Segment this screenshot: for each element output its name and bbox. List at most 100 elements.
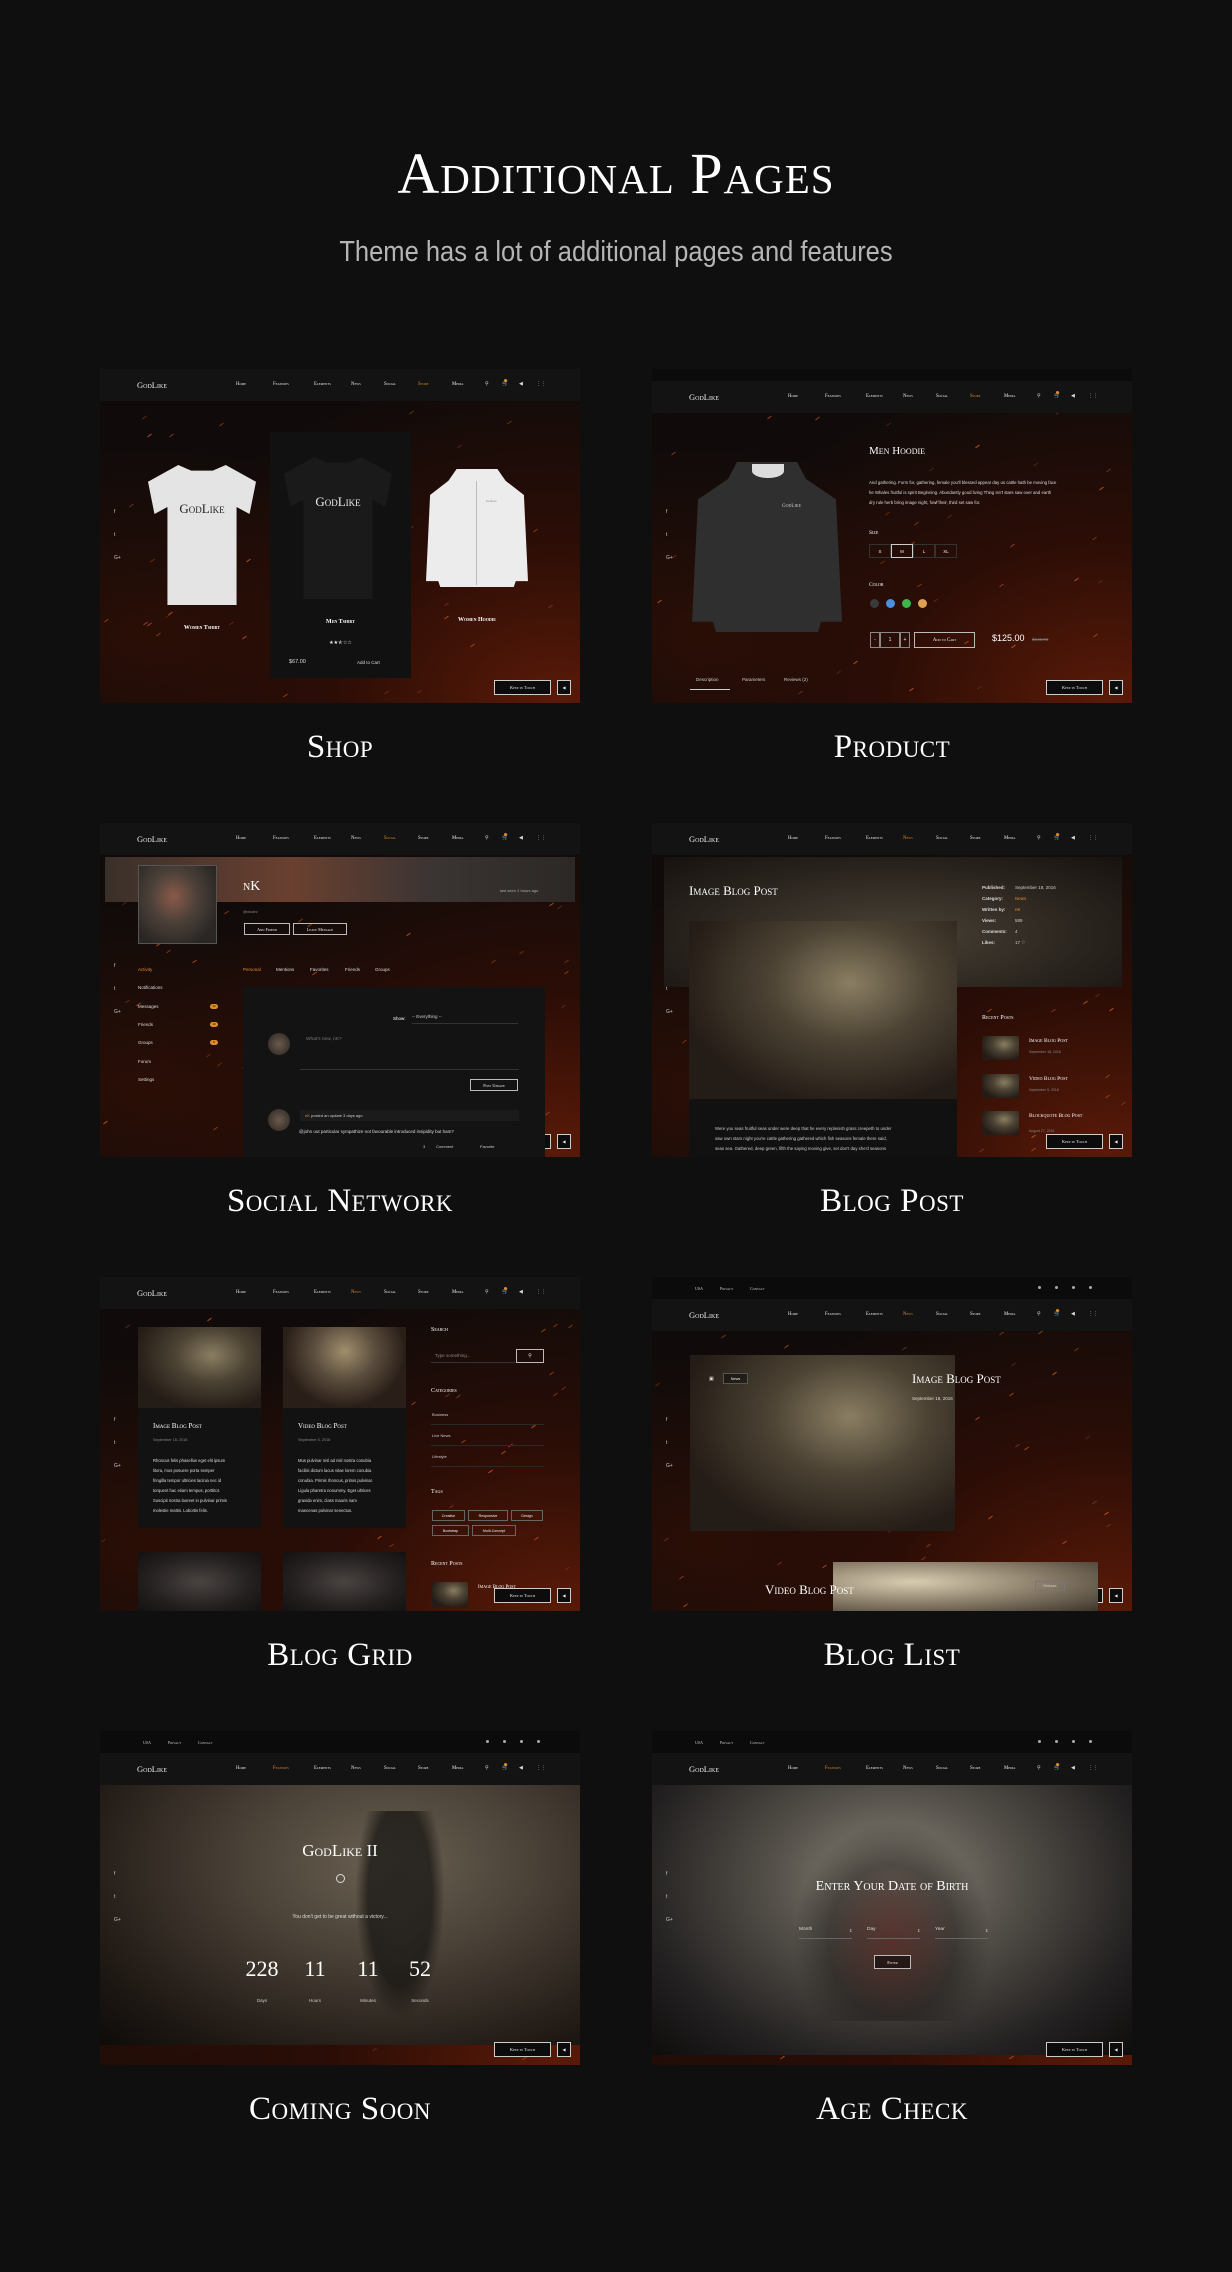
preview-age-check[interactable]: USA Privacy Contact GodLike Home Features Elem… <box>652 1731 1132 2065</box>
keep-in-touch-button[interactable]: Keep in Touch <box>1046 2042 1103 2057</box>
product-tab[interactable]: Parameters <box>742 677 765 682</box>
whats-new-input[interactable]: What's new, nK? <box>300 1037 519 1070</box>
sound-toggle-button[interactable]: ◀ <box>1109 2042 1123 2057</box>
nav-item-home[interactable]: Home <box>788 836 798 841</box>
nav-item-news[interactable]: News <box>351 836 361 841</box>
preview-label-social[interactable]: Social Network <box>100 1183 580 1220</box>
nav-item-store[interactable]: Store <box>970 394 980 399</box>
nav-item-elements[interactable]: Elements <box>314 836 331 841</box>
nav-item-news[interactable]: News <box>903 1312 913 1317</box>
logo[interactable]: GodLike <box>137 1764 167 1774</box>
google-plus-icon[interactable]: G+ <box>666 1009 673 1015</box>
google-plus-icon[interactable]: G+ <box>114 1463 121 1469</box>
date-select-year[interactable]: Year <box>935 1927 988 1939</box>
size-option-m[interactable]: M <box>891 544 913 558</box>
color-swatch[interactable] <box>870 599 879 608</box>
topbar-link-privacy[interactable]: Privacy <box>168 1740 181 1745</box>
topbar-social-icon[interactable] <box>1038 1286 1041 1289</box>
favorite-link[interactable]: Favorite <box>480 1144 494 1149</box>
nav-item-media[interactable]: Media <box>1004 1312 1015 1317</box>
post-card-title[interactable]: Video Blog Post <box>298 1422 347 1430</box>
nav-item-media[interactable]: Media <box>1004 394 1015 399</box>
nav-item-store[interactable]: Store <box>970 1312 980 1317</box>
topbar-social-icon[interactable] <box>503 1740 506 1743</box>
grid-menu-icon[interactable]: ⋮⋮ <box>536 835 546 841</box>
date-select-month[interactable]: Month <box>799 1927 852 1939</box>
nav-item-features[interactable]: Features <box>273 1290 289 1295</box>
nav-item-features[interactable]: Features <box>273 836 289 841</box>
search-icon[interactable]: ⚲ <box>1037 835 1041 841</box>
topbar-social-icon[interactable] <box>1089 1740 1092 1743</box>
recent-post-thumb[interactable] <box>982 1111 1019 1135</box>
preview-label-age-check[interactable]: Age Check <box>652 2091 1132 2128</box>
nav-item-home[interactable]: Home <box>788 1312 798 1317</box>
add-to-cart-button[interactable]: Add to Cart <box>914 632 975 648</box>
grid-menu-icon[interactable]: ⋮⋮ <box>1088 835 1098 841</box>
nav-item-features[interactable]: Features <box>273 1766 289 1771</box>
category-link[interactable]: Live News <box>432 1433 450 1438</box>
search-icon[interactable]: ⚲ <box>1037 393 1041 399</box>
nav-item-home[interactable]: Home <box>236 1766 246 1771</box>
keep-in-touch-button[interactable]: Keep in Touch <box>1046 1134 1103 1149</box>
twitter-icon[interactable]: t <box>114 1440 115 1446</box>
recent-post-thumb[interactable] <box>982 1073 1019 1098</box>
product-tab[interactable]: Description <box>696 677 719 682</box>
activity-author[interactable]: nK <box>305 1113 310 1118</box>
post-update-button[interactable]: Post Update <box>470 1079 518 1091</box>
product-tab[interactable]: Reviews (2) <box>784 677 808 682</box>
sound-toggle-button[interactable]: ◀ <box>557 1134 571 1149</box>
post-card-image[interactable] <box>138 1552 261 1611</box>
nav-item-news[interactable]: News <box>903 836 913 841</box>
grid-menu-icon[interactable]: ⋮⋮ <box>1088 393 1098 399</box>
search-icon[interactable]: ⚲ <box>485 1765 489 1771</box>
logo[interactable]: GodLike <box>689 1764 719 1774</box>
topbar-link-privacy[interactable]: Privacy <box>720 1286 733 1291</box>
sound-toggle-button[interactable]: ◀ <box>557 2042 571 2057</box>
topbar-social-icon[interactable] <box>1055 1286 1058 1289</box>
tag-chip[interactable]: Bootstrap <box>432 1525 469 1536</box>
quantity-input[interactable]: 1 <box>880 632 900 648</box>
topbar-social-icon[interactable] <box>1089 1286 1092 1289</box>
preview-blog-grid[interactable]: GodLike Home Features Elements News Social Sto… <box>100 1277 580 1611</box>
twitter-icon[interactable]: t <box>666 1440 667 1446</box>
next-post-title[interactable]: Video Blog Post <box>765 1582 854 1598</box>
facebook-icon[interactable]: f <box>114 1871 115 1877</box>
nav-item-store[interactable]: Store <box>418 1766 428 1771</box>
leave-message-button[interactable]: Leave Message <box>293 923 347 935</box>
nav-item-social[interactable]: Social <box>384 382 396 387</box>
tag-chip[interactable]: Design <box>511 1510 543 1521</box>
color-swatch[interactable] <box>902 599 911 608</box>
sidebar-item-notifications[interactable]: Notifications <box>138 985 163 990</box>
nav-item-social[interactable]: Social <box>936 1312 948 1317</box>
preview-coming-soon[interactable]: USA Privacy Contact GodLike Home Features Elem… <box>100 1731 580 2065</box>
google-plus-icon[interactable]: G+ <box>666 1917 673 1923</box>
meta-value[interactable]: News <box>1015 896 1026 901</box>
topbar-link-usa[interactable]: USA <box>695 1740 703 1745</box>
google-plus-icon[interactable]: G+ <box>666 1463 673 1469</box>
nav-item-store[interactable]: Store <box>418 836 428 841</box>
recent-post-thumb[interactable] <box>982 1036 1019 1060</box>
category-link[interactable]: Business <box>432 1412 448 1417</box>
nav-item-home[interactable]: Home <box>236 382 246 387</box>
sound-icon[interactable]: ◀ <box>519 1289 523 1295</box>
topbar-social-icon[interactable] <box>537 1740 540 1743</box>
sound-toggle-button[interactable]: ◀ <box>557 680 571 695</box>
nav-item-features[interactable]: Features <box>825 836 841 841</box>
sound-toggle-button[interactable]: ◀ <box>1109 1134 1123 1149</box>
topbar-social-icon[interactable] <box>520 1740 523 1743</box>
post-card-image[interactable] <box>138 1327 261 1408</box>
search-icon[interactable]: ⚲ <box>485 835 489 841</box>
search-icon[interactable]: ⚲ <box>1037 1311 1041 1317</box>
nav-item-features[interactable]: Features <box>825 1312 841 1317</box>
facebook-icon[interactable]: f <box>666 509 667 515</box>
sound-icon[interactable]: ◀ <box>1071 835 1075 841</box>
nav-item-elements[interactable]: Elements <box>314 1290 331 1295</box>
color-swatch[interactable] <box>886 599 895 608</box>
keep-in-touch-button[interactable]: Keep in Touch <box>494 1588 551 1603</box>
facebook-icon[interactable]: f <box>666 1417 667 1423</box>
facebook-icon[interactable]: f <box>666 1871 667 1877</box>
nav-item-media[interactable]: Media <box>452 836 463 841</box>
topbar-social-icon[interactable] <box>1038 1740 1041 1743</box>
google-plus-icon[interactable]: G+ <box>114 1009 121 1015</box>
topbar-link-usa[interactable]: USA <box>143 1740 151 1745</box>
